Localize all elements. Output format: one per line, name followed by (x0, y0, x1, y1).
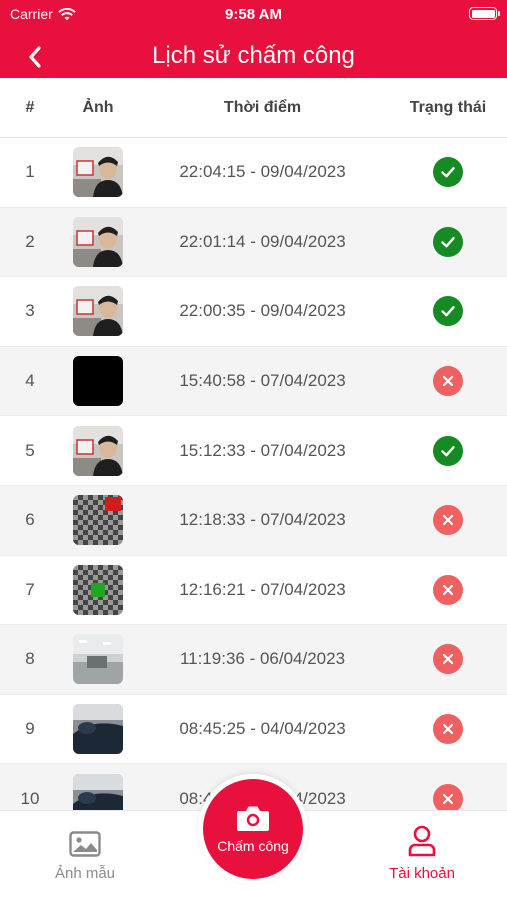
battery-icon (469, 7, 500, 20)
row-index: 5 (25, 440, 35, 460)
row-index: 7 (25, 579, 35, 599)
row-timestamp: 22:00:35 - 09/04/2023 (179, 301, 346, 321)
page-title: Lịch sử chấm công (152, 42, 355, 69)
check-circle-icon (433, 435, 463, 466)
table-row[interactable]: 6 12:18:33 - 07/04/2023 (0, 485, 507, 556)
table-header: # Ảnh Thời điểm Trạng thái (0, 78, 507, 138)
row-index: 3 (25, 301, 35, 321)
x-circle-icon (433, 714, 463, 745)
table-row[interactable]: 7 12:16:21 - 07/04/2023 (0, 556, 507, 626)
row-timestamp: 12:16:21 - 07/04/2023 (179, 579, 346, 599)
row-timestamp: 12:18:33 - 07/04/2023 (179, 510, 346, 530)
column-header-time: Thời điểm (223, 98, 302, 116)
table-row[interactable]: 1 22:04:15 - 09/04/2023 (0, 138, 507, 208)
tab-sample-photo-label: Ảnh mẫu (54, 865, 116, 882)
table-row[interactable]: 5 15:12:33 - 07/04/2023 (0, 416, 507, 486)
attendance-photo-thumbnail[interactable] (73, 773, 123, 810)
x-circle-icon (433, 783, 463, 810)
attendance-photo-thumbnail[interactable] (73, 704, 123, 755)
attendance-photo-thumbnail[interactable] (73, 356, 123, 407)
check-in-button[interactable]: Chấm công (203, 779, 303, 879)
x-circle-icon (433, 574, 463, 605)
tab-account[interactable]: Tài khoản (362, 823, 482, 882)
app-header: Carrier 9:58 AM Lịch sử chấm công (0, 0, 507, 78)
row-timestamp: 15:40:58 - 07/04/2023 (179, 371, 346, 391)
attendance-photo-thumbnail[interactable] (73, 216, 123, 267)
row-index: 4 (25, 371, 35, 391)
check-in-label: Chấm công (217, 838, 289, 854)
row-index: 8 (25, 649, 35, 669)
row-index: 10 (20, 788, 40, 808)
attendance-photo-thumbnail[interactable] (73, 425, 123, 476)
table-row[interactable]: 8 11:19:36 - 06/04/2023 (0, 625, 507, 695)
x-circle-icon (433, 644, 463, 675)
check-circle-icon (433, 226, 463, 257)
table-row[interactable]: 2 22:01:14 - 09/04/2023 (0, 207, 507, 278)
column-header-index: # (25, 98, 35, 116)
row-index: 6 (25, 510, 35, 530)
check-circle-icon (433, 296, 463, 327)
user-icon (408, 825, 436, 857)
attendance-photo-thumbnail[interactable] (73, 495, 123, 546)
status-time: 9:58 AM (225, 6, 282, 23)
attendance-photo-thumbnail[interactable] (73, 147, 123, 198)
attendance-photo-thumbnail[interactable] (73, 286, 123, 337)
attendance-photo-thumbnail[interactable] (73, 564, 123, 615)
row-timestamp: 22:04:15 - 09/04/2023 (179, 162, 346, 182)
x-circle-icon (433, 505, 463, 536)
status-bar: Carrier 9:58 AM (0, 0, 507, 28)
row-index: 2 (25, 231, 35, 251)
check-circle-icon (433, 157, 463, 188)
table-row[interactable]: 9 08:45:25 - 04/04/2023 (0, 695, 507, 765)
image-icon (69, 831, 101, 857)
tab-sample-photo[interactable]: Ảnh mẫu (25, 823, 145, 882)
row-timestamp: 11:19:36 - 06/04/2023 (179, 649, 346, 669)
x-circle-icon (433, 366, 463, 397)
row-index: 9 (25, 719, 35, 739)
row-timestamp: 15:12:33 - 07/04/2023 (179, 440, 346, 460)
attendance-photo-thumbnail[interactable] (73, 634, 123, 685)
attendance-list[interactable]: 1 22:04:15 - 09/04/2023 2 22:01:14 - 09/04/… (0, 138, 507, 810)
table-row[interactable]: 3 22:00:35 - 09/04/2023 (0, 277, 507, 347)
column-header-image: Ảnh (82, 98, 114, 116)
column-header-status: Trạng thái (409, 98, 487, 116)
table-row[interactable]: 4 15:40:58 - 07/04/2023 (0, 346, 507, 417)
tab-account-label: Tài khoản (389, 865, 455, 882)
row-index: 1 (25, 162, 35, 182)
row-timestamp: 08:45:25 - 04/04/2023 (179, 719, 346, 739)
camera-icon (237, 806, 269, 831)
row-timestamp: 22:01:14 - 09/04/2023 (179, 231, 346, 251)
